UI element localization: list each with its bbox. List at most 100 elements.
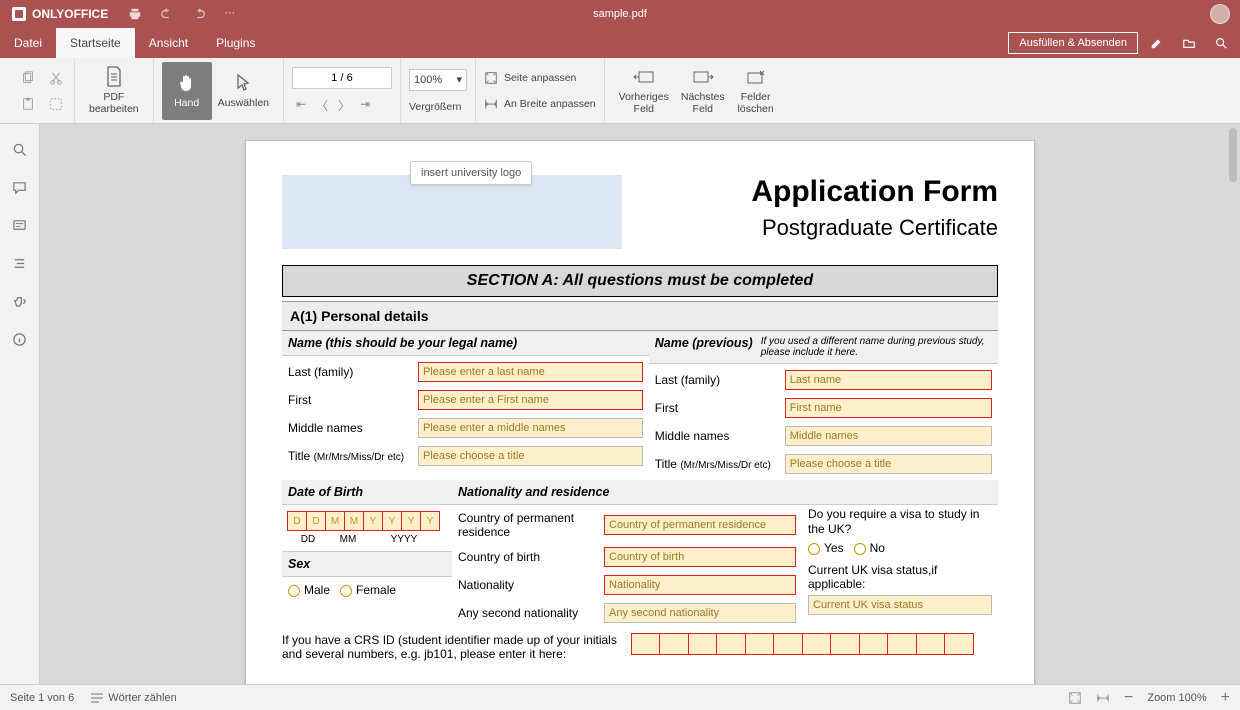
dob-heading: Date of Birth: [288, 485, 363, 499]
work-area: insert university logo Application Form …: [0, 124, 1240, 684]
zoom-in-button[interactable]: +: [1221, 689, 1230, 707]
logo-placeholder[interactable]: insert university logo: [282, 175, 622, 249]
prev-page-icon[interactable]: 〈: [316, 97, 328, 114]
copy-icon[interactable]: [18, 68, 38, 88]
pdf-edit-button[interactable]: PDF bearbeiten: [83, 62, 145, 120]
first-page-icon[interactable]: ⇤: [296, 97, 306, 114]
tab-datei[interactable]: Datei: [0, 28, 56, 58]
left-rail: [0, 124, 40, 684]
document-canvas[interactable]: insert university logo Application Form …: [40, 124, 1240, 684]
middle-name-field[interactable]: Please enter a middle names: [418, 418, 643, 438]
find-icon[interactable]: [11, 140, 29, 158]
cpr-field[interactable]: Country of permanent residence: [604, 515, 796, 535]
prev-field-icon: [633, 66, 655, 88]
anat-field[interactable]: Any second nationality: [604, 603, 796, 623]
prev-last-field[interactable]: Last name: [785, 370, 992, 390]
visa-question: Do you require a visa to study in the UK…: [808, 507, 992, 537]
scrollbar-thumb[interactable]: [1229, 128, 1237, 182]
search-icon[interactable]: [1214, 36, 1228, 50]
nat-field[interactable]: Nationality: [604, 575, 796, 595]
headings-icon[interactable]: [11, 254, 29, 272]
document-title: sample.pdf: [593, 8, 647, 20]
select-all-icon[interactable]: [46, 94, 66, 114]
fit-page-status-icon[interactable]: [1068, 691, 1082, 705]
clear-icon: [745, 66, 767, 88]
print-icon[interactable]: [128, 7, 142, 21]
name-prev-label: Name (previous): [655, 336, 753, 350]
last-name-field[interactable]: Please enter a last name: [418, 362, 643, 382]
zoom-value[interactable]: Zoom 100%: [1147, 692, 1206, 704]
fit-width-button[interactable]: An Breite anpassen: [484, 95, 596, 113]
ribbon: PDF bearbeiten Hand Auswählen ⇤ 〈 〉 ⇥ 10…: [0, 58, 1240, 124]
dob-input[interactable]: D D M M Y Y Y Y: [288, 511, 446, 531]
title-field[interactable]: Please choose a title: [418, 446, 643, 466]
tab-plugins[interactable]: Plugins: [202, 28, 269, 58]
crs-text: If you have a CRS ID (student identifier…: [282, 633, 622, 661]
visa-status-label: Current UK visa status,if applicable:: [808, 563, 992, 591]
comments-icon[interactable]: [11, 178, 29, 196]
sex-heading: Sex: [288, 557, 310, 571]
female-radio[interactable]: [340, 585, 352, 597]
fill-send-button[interactable]: Ausfüllen & Absenden: [1008, 32, 1138, 54]
prev-field-button[interactable]: Vorheriges Feld: [613, 62, 675, 120]
app-logo: ONLYOFFICE: [0, 7, 120, 21]
document-icon: [103, 66, 125, 88]
redo-icon[interactable]: [192, 7, 206, 21]
status-bar: Seite 1 von 6 Wörter zählen − Zoom 100% …: [0, 684, 1240, 710]
last-page-icon[interactable]: ⇥: [360, 97, 370, 114]
prev-first-field[interactable]: First name: [785, 398, 992, 418]
user-avatar[interactable]: [1210, 4, 1230, 24]
more-icon[interactable]: ···: [224, 7, 235, 21]
edit-icon[interactable]: [1150, 36, 1164, 50]
open-location-icon[interactable]: [1182, 36, 1196, 50]
paste-icon[interactable]: [18, 94, 38, 114]
nat-heading: Nationality and residence: [458, 485, 609, 499]
fit-page-icon: [484, 71, 498, 85]
section-a-banner: SECTION A: All questions must be complet…: [282, 265, 998, 297]
menu-bar: Datei Startseite Ansicht Plugins Ausfüll…: [0, 28, 1240, 58]
fit-width-status-icon[interactable]: [1096, 691, 1110, 705]
clear-fields-button[interactable]: Felder löschen: [731, 62, 781, 120]
zoom-select[interactable]: 100%▾: [409, 69, 467, 91]
first-name-field[interactable]: Please enter a First name: [418, 390, 643, 410]
zoom-label: Vergrößern: [409, 101, 462, 113]
male-radio[interactable]: [288, 585, 300, 597]
select-tool-button[interactable]: Auswählen: [212, 62, 275, 120]
zoom-out-button[interactable]: −: [1124, 689, 1133, 707]
about-icon[interactable]: [11, 330, 29, 348]
tab-ansicht[interactable]: Ansicht: [135, 28, 202, 58]
word-count-icon: [90, 692, 104, 704]
visa-yes-radio[interactable]: [808, 543, 820, 555]
hand-tool-button[interactable]: Hand: [162, 62, 212, 120]
name-legal-label: Name (this should be your legal name): [288, 336, 517, 350]
cut-icon[interactable]: [46, 68, 66, 88]
word-count-button[interactable]: Wörter zählen: [90, 692, 176, 704]
page-number-input[interactable]: [292, 67, 392, 89]
app-name: ONLYOFFICE: [32, 7, 108, 21]
feedback-icon[interactable]: [11, 292, 29, 310]
title-bar: ONLYOFFICE ··· sample.pdf: [0, 0, 1240, 28]
prev-middle-field[interactable]: Middle names: [785, 426, 992, 446]
next-field-icon: [692, 66, 714, 88]
visa-status-field[interactable]: Current UK visa status: [808, 595, 992, 615]
app-logo-icon: [12, 7, 26, 21]
next-page-icon[interactable]: 〉: [338, 97, 350, 114]
chevron-down-icon: ▾: [456, 73, 462, 86]
tab-startseite[interactable]: Startseite: [56, 28, 135, 58]
cob-field[interactable]: Country of birth: [604, 547, 796, 567]
logo-tooltip: insert university logo: [410, 161, 532, 185]
a1-heading: A(1) Personal details: [282, 301, 998, 331]
prev-title-field[interactable]: Please choose a title: [785, 454, 992, 474]
pdf-page: insert university logo Application Form …: [245, 140, 1035, 684]
undo-icon[interactable]: [160, 7, 174, 21]
next-field-button[interactable]: Nächstes Feld: [675, 62, 731, 120]
form-title: Application Form: [751, 175, 998, 209]
form-subtitle: Postgraduate Certificate: [751, 215, 998, 241]
fit-width-icon: [484, 97, 498, 111]
visa-no-radio[interactable]: [854, 543, 866, 555]
status-page[interactable]: Seite 1 von 6: [10, 692, 74, 704]
hand-icon: [176, 72, 198, 94]
chat-icon[interactable]: [11, 216, 29, 234]
fit-page-button[interactable]: Seite anpassen: [484, 69, 576, 87]
crs-input[interactable]: [632, 633, 974, 655]
